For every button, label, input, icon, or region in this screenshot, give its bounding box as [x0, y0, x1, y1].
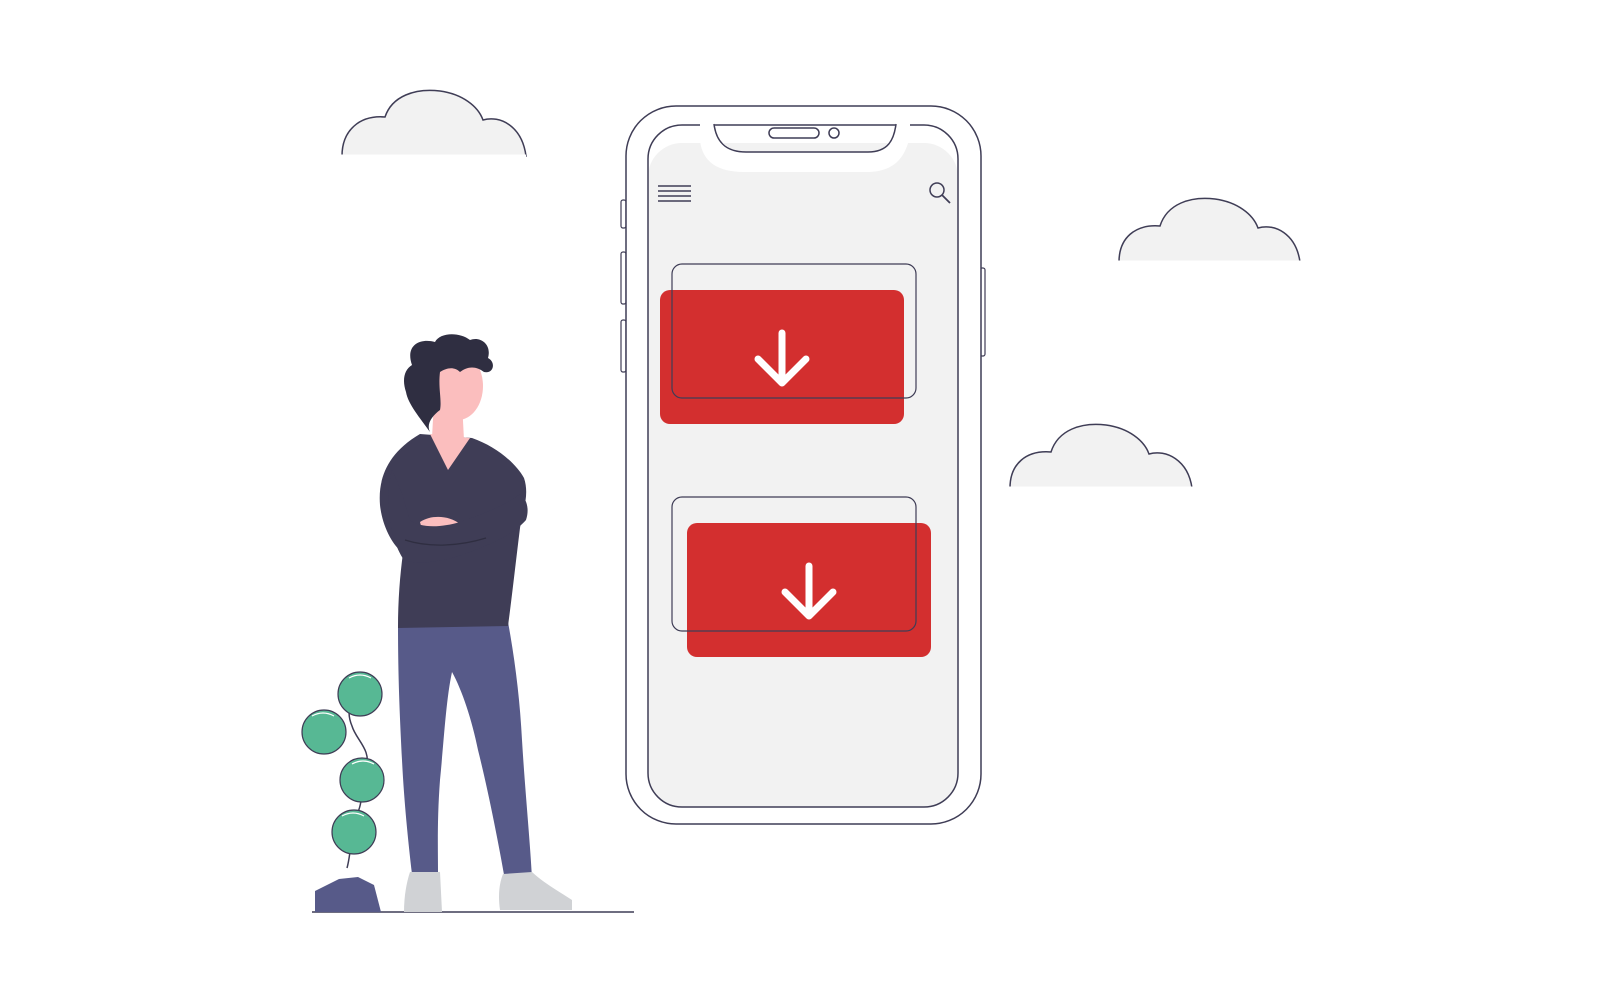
- download-illustration: [301, 89, 1302, 913]
- person: [379, 334, 572, 912]
- phone-camera: [828, 127, 840, 139]
- illustration-stage: [0, 0, 1600, 1000]
- plant: [301, 671, 385, 912]
- hamburger-menu-icon[interactable]: [658, 185, 691, 203]
- phone-screen: [648, 143, 958, 807]
- cloud-top-left: [336, 89, 527, 158]
- cloud-right-top: [1110, 197, 1302, 264]
- stone: [315, 877, 381, 912]
- cloud-right-middle: [1002, 423, 1194, 490]
- phone: [620, 105, 986, 825]
- phone-speaker: [768, 127, 820, 139]
